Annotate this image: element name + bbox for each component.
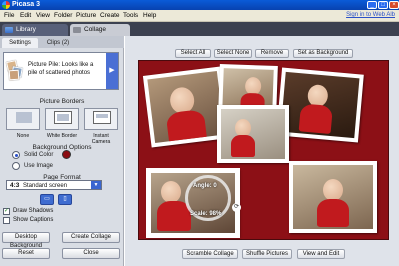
panel-subtabs: Settings Clips (2) (0, 36, 124, 48)
tab-library[interactable]: Library (2, 24, 68, 36)
style-next-arrow-icon[interactable]: ▶ (106, 53, 118, 89)
border-option-instant-camera[interactable] (84, 108, 118, 130)
page-format-ratio: 4:3 (10, 182, 20, 189)
main-tab-strip: Library Collage (0, 22, 399, 36)
collage-photo[interactable] (289, 161, 377, 233)
tab-collage-label: Collage (84, 26, 107, 33)
landscape-orientation-button[interactable]: ▭ (40, 194, 54, 205)
page-format-name: Standard screen (23, 182, 68, 189)
create-collage-button[interactable]: Create Collage (62, 232, 120, 243)
library-icon (5, 27, 13, 33)
use-image-label: Use Image (24, 163, 54, 169)
menu-create[interactable]: Create (100, 12, 120, 19)
tab-library-label: Library (16, 26, 36, 33)
border-white-icon (54, 111, 72, 124)
solid-color-label: Solid Color (24, 152, 54, 158)
picture-pile-icon (6, 59, 23, 81)
select-none-button[interactable]: Select None (214, 49, 252, 58)
draw-shadows-label: Draw Shadows (13, 208, 54, 214)
border-none-label: None (16, 133, 30, 139)
show-captions-label: Show Captions (13, 217, 54, 223)
collage-canvas[interactable] (138, 60, 389, 240)
menu-edit[interactable]: Edit (20, 12, 31, 19)
view-and-edit-button[interactable]: View and Edit (297, 249, 345, 259)
subtab-clips[interactable]: Clips (2) (40, 38, 76, 48)
use-image-radio[interactable] (12, 162, 20, 170)
solid-color-radio[interactable] (12, 151, 20, 159)
tab-collage[interactable]: Collage (70, 24, 130, 36)
title-bar: Picasa 3 _ □ × (0, 0, 399, 10)
picasa-logo-icon (2, 1, 10, 9)
window-title: Picasa 3 (12, 1, 41, 8)
menu-picture[interactable]: Picture (76, 12, 96, 19)
collage-icon (73, 27, 81, 33)
close-button[interactable]: Close (62, 248, 120, 259)
angle-readout: Angle: 0 (193, 183, 217, 189)
reset-button[interactable]: Reset (2, 248, 50, 259)
border-option-white[interactable] (45, 108, 79, 130)
subtab-settings[interactable]: Settings (2, 38, 38, 48)
background-options-title: Background Options (32, 144, 92, 151)
border-none-icon (16, 112, 32, 123)
collage-style-description: Picture Pile: Looks like a pile of scatt… (28, 62, 94, 76)
menu-tools[interactable]: Tools (123, 12, 138, 19)
maximize-button[interactable]: □ (378, 1, 388, 9)
minimize-button[interactable]: _ (367, 1, 377, 9)
collage-style-selector[interactable]: Picture Pile: Looks like a pile of scatt… (3, 52, 119, 90)
remove-button[interactable]: Remove (255, 49, 289, 58)
set-as-background-button[interactable]: Set as Background (293, 49, 353, 58)
show-captions-checkbox[interactable] (3, 217, 10, 224)
collage-photo[interactable] (276, 67, 364, 143)
chevron-down-icon: ▼ (91, 181, 101, 189)
border-option-none[interactable] (6, 108, 40, 130)
picture-borders-title: Picture Borders (39, 98, 85, 105)
select-all-button[interactable]: Select All (175, 49, 211, 58)
scale-readout: Scale: 98% (190, 211, 222, 217)
draw-shadows-checkbox[interactable]: ✓ (3, 208, 10, 215)
background-color-swatch[interactable] (62, 150, 71, 159)
desktop-background-button[interactable]: Desktop Background (2, 232, 50, 249)
rotate-grip-icon[interactable]: ⟳ (232, 203, 241, 212)
shuffle-pictures-button[interactable]: Shuffle Pictures (242, 249, 292, 259)
collage-settings-panel: Settings Clips (2) Picture Pile: Looks l… (0, 36, 124, 266)
menu-folder[interactable]: Folder (54, 12, 72, 19)
collage-photo[interactable] (217, 105, 289, 163)
sign-in-link[interactable]: Sign in to Web Alb (346, 12, 395, 18)
border-white-label: White Border (46, 133, 78, 139)
page-format-dropdown[interactable]: 4:3 Standard screen ▼ (6, 180, 102, 190)
border-instant-camera-icon (93, 111, 111, 124)
menu-help[interactable]: Help (143, 12, 156, 19)
scramble-collage-button[interactable]: Scramble Collage (182, 249, 238, 259)
close-window-button[interactable]: × (389, 1, 399, 9)
menu-view[interactable]: View (36, 12, 50, 19)
menu-bar: File Edit View Folder Picture Create Too… (0, 10, 399, 22)
menu-file[interactable]: File (4, 12, 14, 19)
portrait-orientation-button[interactable]: ▯ (58, 194, 72, 205)
